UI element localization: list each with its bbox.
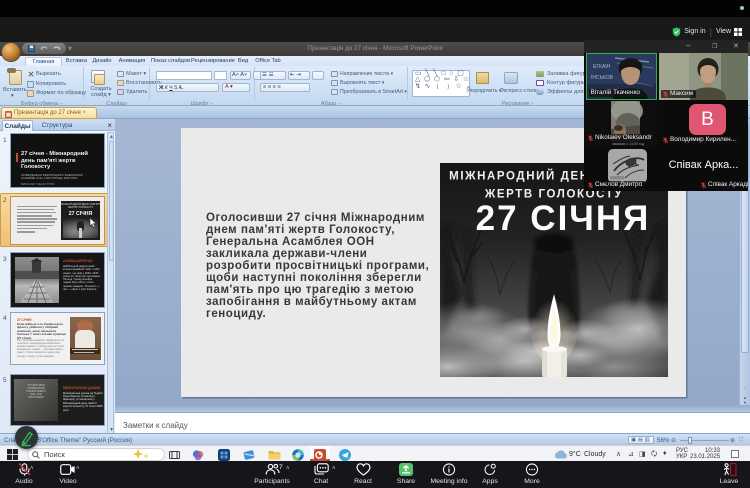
svg-text:27 СІЧНЯ: 27 СІЧНЯ xyxy=(476,199,651,238)
svg-text:ЕГКАІН: ЕГКАІН xyxy=(593,64,611,70)
svg-text:ЇНСЬКОВ: ЇНСЬКОВ xyxy=(591,74,614,81)
